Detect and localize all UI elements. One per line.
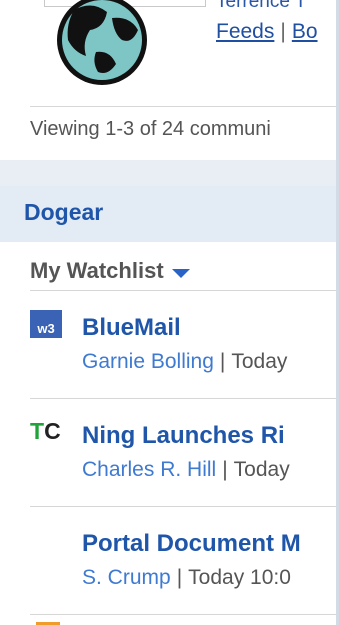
viewing-count-text: Viewing 1-3 of 24 communi	[30, 118, 271, 140]
timestamp: Today 10:0	[188, 566, 291, 589]
author-link[interactable]: Charles R. Hill	[82, 458, 216, 481]
bookmark-meta: Garnie Bolling | Today	[82, 350, 287, 374]
meta-separator: |	[219, 350, 226, 373]
bookmark-title[interactable]: BlueMail	[82, 314, 181, 342]
timestamp: Today	[231, 350, 288, 373]
bookmark-meta: S. Crump | Today 10:0	[82, 566, 291, 590]
communities-panel: Terrence T Feeds | Bo Viewing 1-3 of 24 co…	[0, 0, 336, 160]
bookmark-title[interactable]: Portal Document M	[82, 530, 301, 558]
tc-icon: TC	[30, 418, 61, 444]
dogear-header: Dogear	[0, 186, 336, 242]
bookmarks-link-partial[interactable]: Bo	[292, 20, 318, 43]
globe-icon	[57, 0, 147, 85]
watchlist-label: My Watchlist	[30, 258, 164, 283]
meta-separator: |	[176, 566, 183, 589]
dropdown-caret-icon[interactable]	[171, 269, 190, 279]
timestamp: Today	[233, 458, 290, 481]
member-name-partial[interactable]: Terrence T	[216, 0, 306, 13]
bookmark-meta: Charles R. Hill | Today	[82, 458, 290, 482]
list-item: Portal Document M S. Crump | Today 10:0	[30, 506, 336, 615]
dogear-panel: My Watchlist w3 BlueMail Garnie Bolling |…	[0, 242, 336, 625]
bookmark-title[interactable]: Ning Launches Ri	[82, 422, 285, 450]
meta-separator: |	[222, 458, 228, 481]
divider	[30, 106, 336, 107]
link-separator: |	[280, 20, 286, 43]
author-link[interactable]: Garnie Bolling	[82, 350, 214, 373]
list-item: w3 BlueMail Garnie Bolling | Today	[30, 290, 336, 399]
author-link[interactable]: S. Crump	[82, 566, 171, 589]
links-row: Feeds | Bo	[216, 20, 318, 44]
feeds-link[interactable]: Feeds	[216, 20, 274, 43]
list-item: TC Ning Launches Ri Charles R. Hill | Toda…	[30, 398, 336, 507]
watchlist-dropdown[interactable]: My Watchlist	[30, 258, 336, 291]
w3-icon: w3	[30, 310, 62, 338]
dogear-title[interactable]: Dogear	[24, 199, 103, 226]
